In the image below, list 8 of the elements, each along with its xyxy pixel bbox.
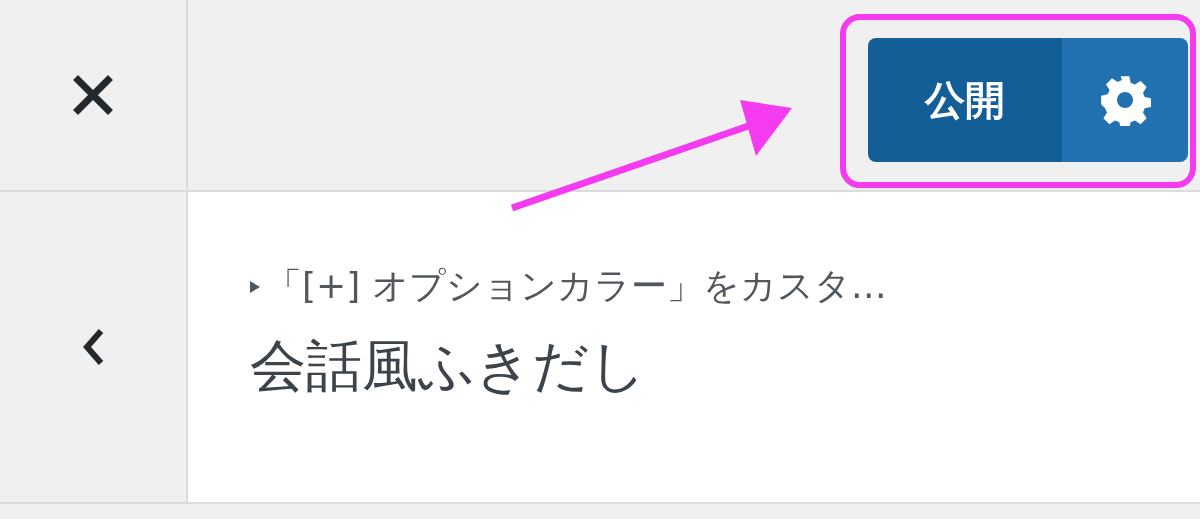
triangle-icon xyxy=(250,280,260,293)
breadcrumb: 「[+] オプションカラー」をカスタ… xyxy=(266,264,887,308)
settings-button[interactable] xyxy=(1062,38,1188,162)
publish-button[interactable]: 公開 xyxy=(868,38,1062,162)
settings-icon xyxy=(1099,74,1151,126)
close-icon xyxy=(73,75,113,115)
chevron-left-icon xyxy=(81,327,105,367)
section-title: 会話風ふきだし xyxy=(250,332,647,400)
